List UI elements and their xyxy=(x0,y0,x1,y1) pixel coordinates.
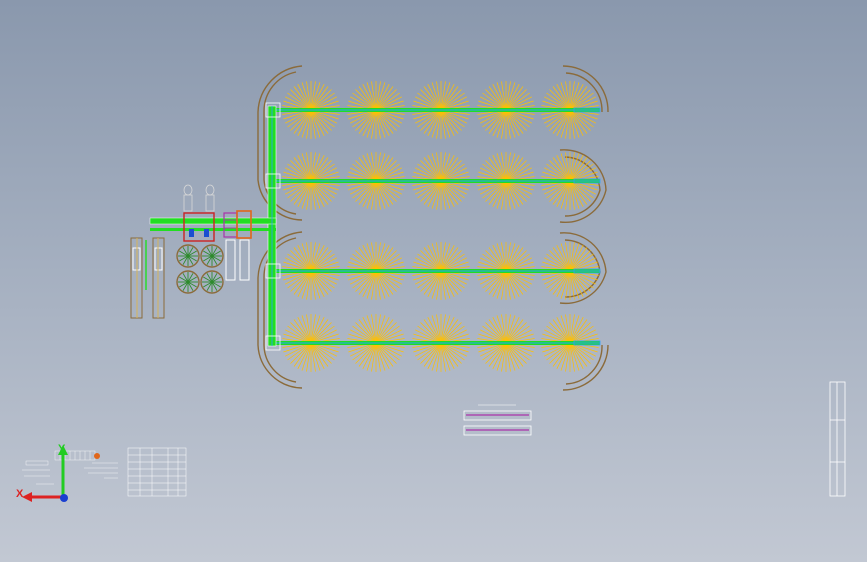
hose-reel-icon[interactable] xyxy=(176,244,200,268)
x-axis-label: X xyxy=(16,488,24,500)
cad-viewport[interactable]: X Y xyxy=(0,0,867,562)
lateral-pipe[interactable] xyxy=(276,340,601,346)
pump-station[interactable] xyxy=(183,184,252,242)
hose-reel-icon[interactable] xyxy=(176,270,200,294)
sprinkler-field xyxy=(282,81,599,372)
hose-reels[interactable] xyxy=(176,244,224,294)
lateral-pipe[interactable] xyxy=(276,178,601,184)
lateral-pipe[interactable] xyxy=(276,107,601,113)
hose-reel-icon[interactable] xyxy=(200,270,224,294)
drawing-border-frame xyxy=(829,381,846,497)
lateral-pipe[interactable] xyxy=(276,268,601,274)
notes-block xyxy=(22,450,118,485)
pipe-section-detail[interactable] xyxy=(463,404,532,436)
coordinate-triad-icon: X Y xyxy=(16,443,100,502)
hose-reel-icon[interactable] xyxy=(200,244,224,268)
lateral-pipes xyxy=(276,107,601,346)
title-block-table[interactable] xyxy=(127,447,187,497)
y-axis-label: Y xyxy=(58,443,66,455)
main-supply-pipe xyxy=(149,105,277,347)
